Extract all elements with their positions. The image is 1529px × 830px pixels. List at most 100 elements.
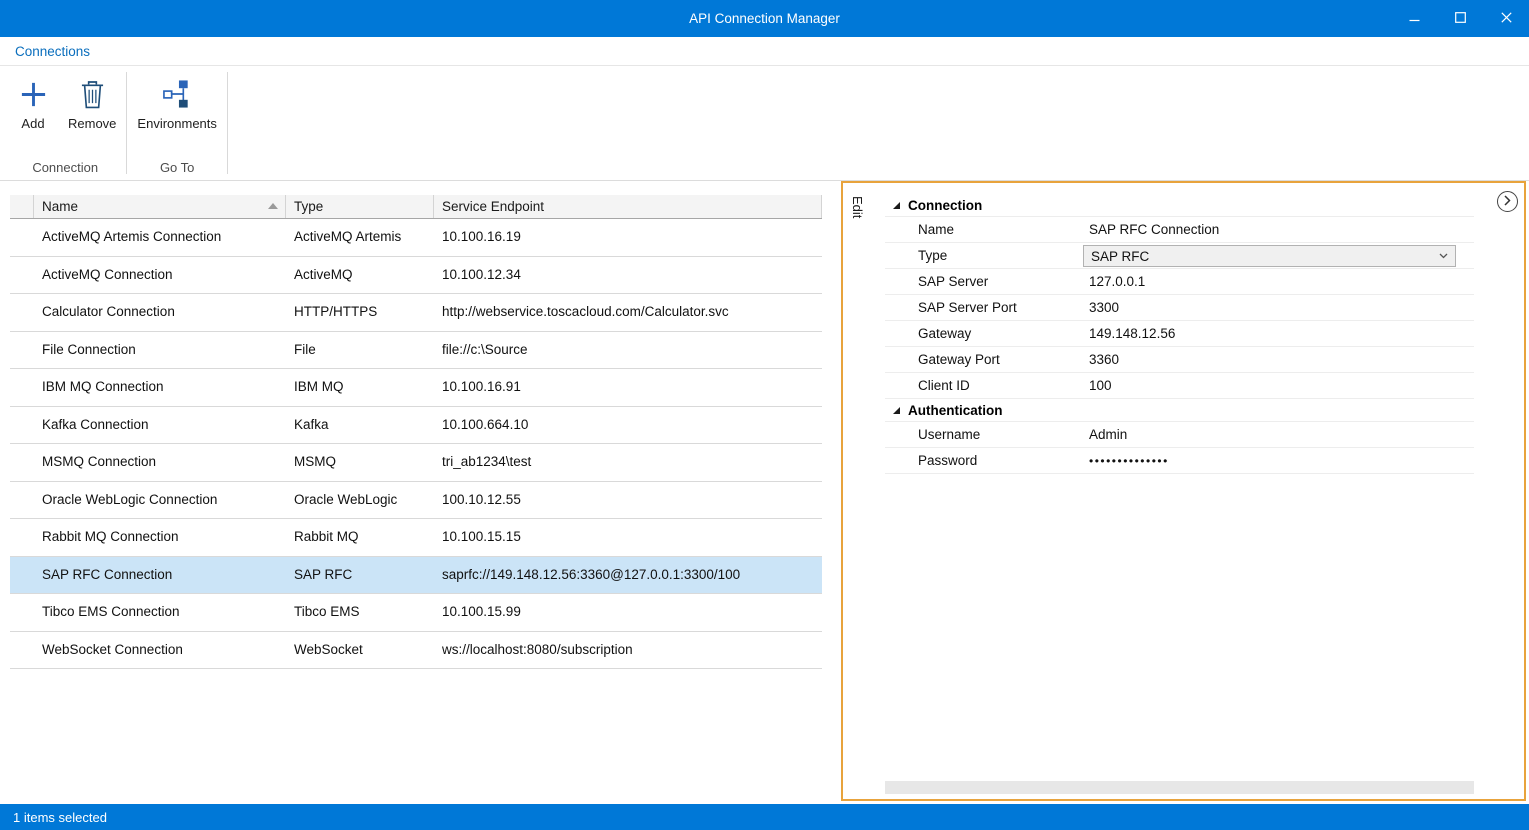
table-row[interactable]: IBM MQ ConnectionIBM MQ10.100.16.91 xyxy=(10,369,822,407)
sort-ascending-icon xyxy=(268,203,278,209)
table-row[interactable]: MSMQ ConnectionMSMQtri_ab1234\test xyxy=(10,444,822,482)
cell-type: Tibco EMS xyxy=(286,594,434,631)
cell-name: MSMQ Connection xyxy=(34,444,286,481)
row-gutter[interactable] xyxy=(10,369,34,406)
row-gutter[interactable] xyxy=(10,219,34,256)
table-row[interactable]: Rabbit MQ ConnectionRabbit MQ10.100.15.1… xyxy=(10,519,822,557)
plus-icon xyxy=(19,76,48,112)
remove-button[interactable]: Remove xyxy=(60,74,124,133)
scrollbar-thumb[interactable] xyxy=(885,781,1474,794)
table-header: Name Type Service Endpoint xyxy=(10,195,822,219)
property-label: Client ID xyxy=(885,373,1083,398)
property-group-title: Connection xyxy=(908,198,982,213)
property-value-client-id[interactable]: 100 xyxy=(1083,373,1474,398)
row-gutter[interactable] xyxy=(10,632,34,669)
row-gutter[interactable] xyxy=(10,519,34,556)
trash-icon xyxy=(80,76,105,112)
row-gutter[interactable] xyxy=(10,444,34,481)
property-row: SAP Server127.0.0.1 xyxy=(885,269,1474,295)
property-value-sap-server-port[interactable]: 3300 xyxy=(1083,295,1474,320)
row-gutter[interactable] xyxy=(10,257,34,294)
cell-type: IBM MQ xyxy=(286,369,434,406)
cell-type: HTTP/HTTPS xyxy=(286,294,434,331)
column-header-label: Name xyxy=(42,199,78,214)
minimize-button[interactable] xyxy=(1391,0,1437,37)
maximize-button[interactable] xyxy=(1437,0,1483,37)
cell-type: Kafka xyxy=(286,407,434,444)
maximize-icon xyxy=(1455,10,1466,28)
property-grid: ConnectionNameSAP RFC ConnectionTypeSAP … xyxy=(885,194,1474,474)
edit-tab[interactable]: Edit xyxy=(850,196,865,218)
property-row: Password•••••••••••••• xyxy=(885,448,1474,474)
property-value-gateway[interactable]: 149.148.12.56 xyxy=(1083,321,1474,346)
ribbon-group-label-connection: Connection xyxy=(6,160,124,180)
ribbon-separator xyxy=(227,72,228,174)
property-row: SAP Server Port3300 xyxy=(885,295,1474,321)
add-button-label: Add xyxy=(21,116,44,131)
close-button[interactable] xyxy=(1483,0,1529,37)
expander-icon[interactable] xyxy=(892,201,901,210)
cell-endpoint: 10.100.16.91 xyxy=(434,369,822,406)
cell-endpoint: 10.100.12.34 xyxy=(434,257,822,294)
table-row[interactable]: Calculator ConnectionHTTP/HTTPShttp://we… xyxy=(10,294,822,332)
row-gutter[interactable] xyxy=(10,294,34,331)
property-row: Gateway149.148.12.56 xyxy=(885,321,1474,347)
property-value-username[interactable]: Admin xyxy=(1083,422,1474,447)
ribbon-group-connection: Add Remove Con xyxy=(6,66,124,180)
property-value-sap-server[interactable]: 127.0.0.1 xyxy=(1083,269,1474,294)
horizontal-scrollbar[interactable] xyxy=(885,781,1474,794)
type-combobox[interactable]: SAP RFC xyxy=(1083,245,1456,267)
cell-endpoint: tri_ab1234\test xyxy=(434,444,822,481)
cell-type: File xyxy=(286,332,434,369)
table-row[interactable]: Kafka ConnectionKafka10.100.664.10 xyxy=(10,407,822,445)
cell-type: MSMQ xyxy=(286,444,434,481)
cell-name: ActiveMQ Artemis Connection xyxy=(34,219,286,256)
table-row[interactable]: SAP RFC ConnectionSAP RFCsaprfc://149.14… xyxy=(10,557,822,595)
cell-type: SAP RFC xyxy=(286,557,434,594)
property-value-gateway-port[interactable]: 3360 xyxy=(1083,347,1474,372)
table-row[interactable]: ActiveMQ ConnectionActiveMQ10.100.12.34 xyxy=(10,257,822,295)
tab-connections[interactable]: Connections xyxy=(0,44,90,59)
table-row[interactable]: ActiveMQ Artemis ConnectionActiveMQ Arte… xyxy=(10,219,822,257)
ribbon: Connections Add xyxy=(0,37,1529,181)
property-value-password[interactable]: •••••••••••••• xyxy=(1083,448,1474,474)
cell-endpoint: 100.10.12.55 xyxy=(434,482,822,519)
cell-name: Tibco EMS Connection xyxy=(34,594,286,631)
row-gutter[interactable] xyxy=(10,482,34,519)
ribbon-body: Add Remove Con xyxy=(0,66,1529,180)
table-row[interactable]: Oracle WebLogic ConnectionOracle WebLogi… xyxy=(10,482,822,520)
expander-icon[interactable] xyxy=(892,406,901,415)
row-gutter[interactable] xyxy=(10,557,34,594)
property-value-name[interactable]: SAP RFC Connection xyxy=(1083,217,1474,242)
column-header-label: Service Endpoint xyxy=(442,199,544,214)
property-group-header[interactable]: Authentication xyxy=(885,399,1474,422)
property-row: Gateway Port3360 xyxy=(885,347,1474,373)
row-gutter[interactable] xyxy=(10,594,34,631)
table-row[interactable]: WebSocket ConnectionWebSocketws://localh… xyxy=(10,632,822,670)
cell-name: IBM MQ Connection xyxy=(34,369,286,406)
property-row: Client ID100 xyxy=(885,373,1474,399)
cell-type: WebSocket xyxy=(286,632,434,669)
table-row[interactable]: File ConnectionFilefile://c:\Source xyxy=(10,332,822,370)
table-row[interactable]: Tibco EMS ConnectionTibco EMS10.100.15.9… xyxy=(10,594,822,632)
column-header-type[interactable]: Type xyxy=(286,195,434,218)
collapse-panel-button[interactable] xyxy=(1497,191,1518,212)
titlebar[interactable]: API Connection Manager xyxy=(0,0,1529,37)
environments-button-label: Environments xyxy=(137,116,216,131)
column-header-name[interactable]: Name xyxy=(34,195,286,218)
row-gutter[interactable] xyxy=(10,332,34,369)
minimize-icon xyxy=(1409,10,1420,28)
close-icon xyxy=(1501,10,1512,28)
add-button[interactable]: Add xyxy=(6,74,60,133)
column-header-endpoint[interactable]: Service Endpoint xyxy=(434,195,822,218)
property-group-header[interactable]: Connection xyxy=(885,194,1474,217)
window-title: API Connection Manager xyxy=(0,11,1529,26)
row-gutter[interactable] xyxy=(10,407,34,444)
connections-table: Name Type Service Endpoint ActiveMQ Arte… xyxy=(10,195,822,669)
cell-endpoint: ws://localhost:8080/subscription xyxy=(434,632,822,669)
ribbon-group-goto: Environments Go To xyxy=(129,66,224,180)
environments-button[interactable]: Environments xyxy=(129,74,224,133)
property-label: SAP Server Port xyxy=(885,295,1083,320)
property-label: Gateway xyxy=(885,321,1083,346)
column-header-label: Type xyxy=(294,199,323,214)
